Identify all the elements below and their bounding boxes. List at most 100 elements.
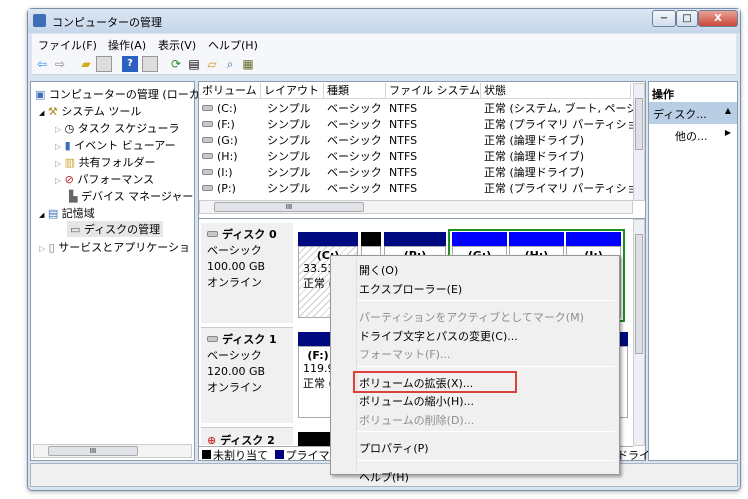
- volume-list-horizontal-scrollbar[interactable]: III: [199, 200, 633, 214]
- search-icon[interactable]: ⌕: [222, 56, 238, 72]
- disk-2-info[interactable]: ⊕ ディスク 2: [201, 427, 293, 445]
- column-header-status[interactable]: 状態: [481, 83, 631, 99]
- volume-cell[interactable]: シンプル: [267, 133, 325, 149]
- back-icon[interactable]: ⇦: [34, 56, 50, 72]
- menu-item[interactable]: ボリュームの縮小(H)...: [359, 393, 474, 409]
- column-header-layout[interactable]: レイアウト: [261, 83, 324, 99]
- volume-cell[interactable]: 正常 (システム, ブート, ページ: [484, 101, 634, 117]
- column-header-filesystem[interactable]: ファイル システム: [386, 83, 481, 99]
- drive-icon: [202, 169, 213, 175]
- show-hide-action-icon[interactable]: [142, 56, 158, 72]
- expanded-arrow-icon[interactable]: ◢: [39, 109, 44, 117]
- disk-1-info[interactable]: ディスク 1 ベーシック 120.00 GB オンライン: [201, 327, 293, 423]
- volume-cell[interactable]: NTFS: [389, 101, 481, 117]
- volume-cell[interactable]: シンプル: [267, 165, 325, 181]
- collapsed-arrow-icon[interactable]: ▷: [55, 142, 61, 151]
- volume-cell[interactable]: ベーシック: [327, 149, 387, 165]
- column-header-volume[interactable]: ボリューム: [199, 83, 261, 99]
- up-folder-icon[interactable]: ▰: [78, 56, 94, 72]
- menu-action[interactable]: 操作(A): [108, 37, 146, 53]
- volume-cell[interactable]: ベーシック: [327, 133, 387, 149]
- scrollbar-thumb[interactable]: [635, 234, 643, 354]
- properties-icon[interactable]: ▤: [186, 56, 202, 72]
- disk-view-vertical-scrollbar[interactable]: [633, 219, 645, 446]
- tree-item-event-viewer[interactable]: ▷ ▮ イベント ビューアー: [55, 137, 176, 153]
- volume-name[interactable]: (C:): [202, 101, 262, 117]
- volume-cell[interactable]: NTFS: [389, 149, 481, 165]
- volume-cell[interactable]: NTFS: [389, 117, 481, 133]
- volume-cell[interactable]: シンプル: [267, 101, 325, 117]
- computer-management-icon: [33, 14, 46, 27]
- submenu-arrow-icon: ▶: [724, 128, 731, 137]
- expanded-arrow-icon[interactable]: ◢: [39, 211, 44, 219]
- volume-cell[interactable]: 正常 (論理ドライブ): [484, 165, 634, 181]
- volume-name[interactable]: (H:): [202, 149, 262, 165]
- scrollbar-thumb[interactable]: III: [48, 446, 138, 456]
- tree-item-storage[interactable]: ◢ ▤ 記憶域: [39, 205, 95, 221]
- tree-item-system-tools[interactable]: ◢ ⚒ システム ツール: [39, 103, 141, 119]
- tree-item-performance[interactable]: ▷ ⊘ パフォーマンス: [55, 171, 154, 187]
- menu-view[interactable]: 表示(V): [158, 37, 196, 53]
- menu-item[interactable]: プロパティ(P): [359, 440, 429, 456]
- tree-item-disk-management[interactable]: ▭ ディスクの管理: [67, 221, 164, 237]
- volume-list-vertical-scrollbar[interactable]: [633, 83, 645, 201]
- collapsed-arrow-icon[interactable]: ▷: [55, 176, 61, 185]
- disk-0-info[interactable]: ディスク 0 ベーシック 100.00 GB オンライン: [201, 223, 293, 323]
- collapsed-arrow-icon[interactable]: ▷: [39, 244, 45, 253]
- volume-name[interactable]: (I:): [202, 165, 262, 181]
- forward-icon[interactable]: ⇨: [52, 56, 68, 72]
- maximize-button[interactable]: □: [676, 10, 698, 27]
- volume-cell[interactable]: NTFS: [389, 181, 481, 197]
- volume-cell[interactable]: NTFS: [389, 133, 481, 149]
- volume-cell[interactable]: シンプル: [267, 149, 325, 165]
- menu-help[interactable]: ヘルプ(H): [208, 37, 258, 53]
- volume-cell[interactable]: ベーシック: [327, 165, 387, 181]
- collapse-arrow-icon[interactable]: ▲: [725, 106, 731, 115]
- scrollbar-thumb[interactable]: [635, 98, 643, 150]
- volume-name[interactable]: (F:): [202, 117, 262, 133]
- tree-item-task-scheduler[interactable]: ▷ ◷ タスク スケジューラ: [55, 120, 180, 136]
- device-manager-icon: ▙: [69, 190, 78, 203]
- minimize-button[interactable]: −: [652, 10, 676, 27]
- tree-item-shared-folders[interactable]: ▷ ▥ 共有フォルダー: [55, 154, 156, 170]
- scrollbar-thumb[interactable]: III: [214, 202, 364, 212]
- volume-cell[interactable]: 正常 (プライマリ パーティション: [484, 117, 634, 133]
- tree-item-services-applications[interactable]: ▷ ▯ サービスとアプリケーショ: [39, 239, 190, 255]
- menu-file[interactable]: ファイル(F): [38, 37, 97, 53]
- legend-swatch-unallocated: [202, 450, 211, 459]
- menu-item[interactable]: 開く(O): [359, 262, 398, 278]
- drive-icon: [202, 153, 213, 159]
- volume-cell[interactable]: シンプル: [267, 181, 325, 197]
- volume-name[interactable]: (G:): [202, 133, 262, 149]
- logical-bar: [452, 232, 507, 246]
- help-icon[interactable]: ?: [122, 56, 138, 72]
- unallocated-bar: [361, 232, 381, 246]
- menu-separator: [357, 459, 615, 461]
- open-icon[interactable]: ▱: [204, 56, 220, 72]
- menu-item[interactable]: ヘルプ(H): [359, 469, 409, 485]
- volume-name[interactable]: (P:): [202, 181, 262, 197]
- settings-icon[interactable]: ▦: [240, 56, 256, 72]
- close-button[interactable]: X: [698, 10, 738, 27]
- menu-item: パーティションをアクティブとしてマーク(M): [359, 311, 584, 324]
- tree-item-computer-management[interactable]: ▣ コンピューターの管理 (ローカ: [35, 86, 200, 102]
- tree-horizontal-scrollbar[interactable]: III: [33, 444, 192, 458]
- collapsed-arrow-icon[interactable]: ▷: [55, 159, 61, 168]
- volume-cell[interactable]: シンプル: [267, 117, 325, 133]
- volume-cell[interactable]: ベーシック: [327, 101, 387, 117]
- collapsed-arrow-icon[interactable]: ▷: [55, 125, 61, 134]
- volume-cell[interactable]: 正常 (論理ドライブ): [484, 149, 634, 165]
- menu-item[interactable]: ドライブ文字とパスの変更(C)...: [359, 328, 518, 344]
- volume-cell[interactable]: ベーシック: [327, 181, 387, 197]
- volume-cell[interactable]: 正常 (プライマリ パーティション: [484, 181, 634, 197]
- actions-more[interactable]: 他の... ▶: [675, 128, 737, 144]
- actions-section-disk[interactable]: ディスク... ▲: [649, 102, 737, 124]
- menu-item[interactable]: エクスプローラー(E): [359, 281, 462, 297]
- show-hide-tree-icon[interactable]: [96, 56, 112, 72]
- tree-item-device-manager[interactable]: ▙ デバイス マネージャー: [69, 188, 193, 204]
- volume-cell[interactable]: NTFS: [389, 165, 481, 181]
- column-header-type[interactable]: 種類: [324, 83, 386, 99]
- refresh-icon[interactable]: ⟳: [168, 56, 184, 72]
- volume-cell[interactable]: 正常 (論理ドライブ): [484, 133, 634, 149]
- volume-cell[interactable]: ベーシック: [327, 117, 387, 133]
